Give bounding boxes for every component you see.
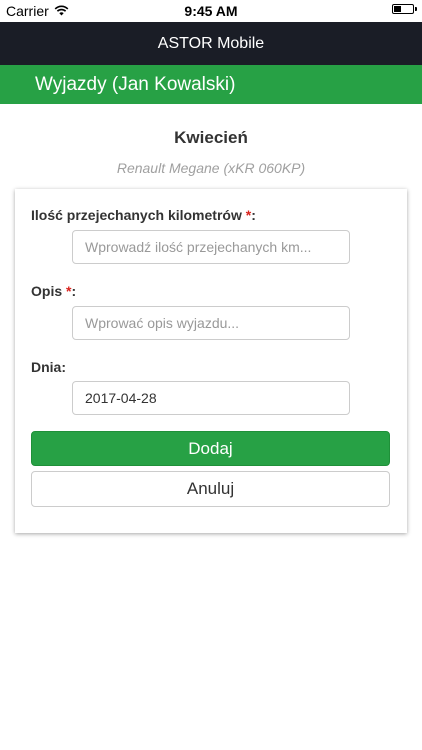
battery-icon bbox=[392, 4, 417, 14]
month-title: Kwiecień bbox=[174, 128, 248, 147]
label-colon: : bbox=[71, 283, 77, 299]
km-label-text: Ilość przejechanych kilometrów bbox=[31, 207, 242, 223]
km-input[interactable] bbox=[72, 230, 350, 264]
app-title-bar: ASTOR Mobile bbox=[0, 22, 422, 65]
description-input[interactable] bbox=[72, 306, 350, 340]
description-label: Opis *: bbox=[31, 283, 76, 299]
trip-form-card: Ilość przejechanych kilometrów *: Opis *… bbox=[15, 189, 407, 533]
km-label: Ilość przejechanych kilometrów *: bbox=[31, 207, 256, 223]
add-button[interactable]: Dodaj bbox=[31, 431, 390, 466]
status-time: 9:45 AM bbox=[184, 3, 238, 19]
app-title: ASTOR Mobile bbox=[157, 34, 265, 52]
date-label: Dnia: bbox=[31, 359, 66, 375]
battery-level bbox=[394, 6, 401, 12]
cancel-button[interactable]: Anuluj bbox=[31, 471, 390, 507]
status-bar: Carrier 9:45 AM bbox=[0, 0, 422, 22]
page-header: Wyjazdy (Jan Kowalski) bbox=[0, 65, 422, 104]
vehicle-info: Renault Megane (xKR 060KP) bbox=[116, 160, 306, 176]
page-title: Wyjazdy (Jan Kowalski) bbox=[35, 73, 236, 95]
description-label-text: Opis bbox=[31, 283, 63, 299]
status-right bbox=[392, 4, 417, 14]
date-input[interactable] bbox=[72, 381, 350, 415]
label-colon: : bbox=[251, 207, 256, 223]
